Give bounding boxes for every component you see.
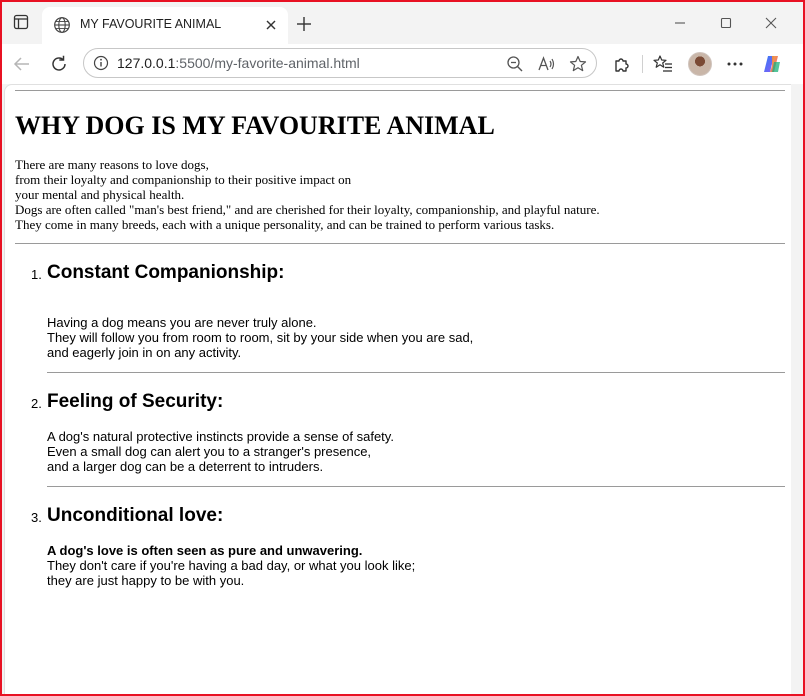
copilot-icon[interactable] <box>761 53 783 75</box>
active-tab[interactable]: MY FAVOURITE ANIMAL <box>42 7 288 44</box>
close-tab-icon[interactable] <box>264 18 278 32</box>
section-bold-line: A dog's love is often seen as pure and u… <box>47 543 363 558</box>
back-arrow-icon[interactable] <box>11 53 33 75</box>
toolbar-divider <box>642 55 643 73</box>
page-title: WHY DOG IS MY FAVOURITE ANIMAL <box>15 111 495 140</box>
intro-line: from their loyalty and companionship to … <box>15 172 352 187</box>
zoom-out-icon[interactable] <box>505 54 525 74</box>
read-aloud-icon[interactable] <box>536 54 556 74</box>
section-body: A dog's love is often seen as pure and u… <box>47 543 415 588</box>
close-window-icon[interactable] <box>761 13 781 33</box>
tab-title: MY FAVOURITE ANIMAL <box>80 17 222 31</box>
browser-window: MY FAVOURITE ANIMAL 127.0.0.1:5500/my-fa… <box>0 0 805 696</box>
section-body: Having a dog means you are never truly a… <box>47 315 473 360</box>
new-tab-icon[interactable] <box>295 15 313 33</box>
url-path: :5500/my-favorite-animal.html <box>175 55 360 71</box>
url-text[interactable]: 127.0.0.1:5500/my-favorite-animal.html <box>117 55 360 71</box>
list-number: 1. <box>31 267 42 282</box>
intro-line: Dogs are often called "man's best friend… <box>15 202 600 217</box>
section-divider <box>47 372 785 373</box>
maximize-icon[interactable] <box>716 13 736 33</box>
intro-divider <box>15 243 785 244</box>
navigation-toolbar: 127.0.0.1:5500/my-favorite-animal.html <box>2 44 803 84</box>
site-info-icon[interactable] <box>93 55 109 71</box>
top-divider <box>15 90 785 91</box>
section-line: A dog's natural protective instincts pro… <box>47 429 394 444</box>
section-line: Having a dog means you are never truly a… <box>47 315 317 330</box>
profile-avatar[interactable] <box>688 52 712 76</box>
section-line: They don't care if you're having a bad d… <box>47 558 416 573</box>
globe-icon <box>54 17 70 33</box>
intro-line: your mental and physical health. <box>15 187 185 202</box>
intro-line: They come in many breeds, each with a un… <box>15 217 555 232</box>
section-line: and eagerly join in on any activity. <box>47 345 242 360</box>
tab-actions-icon[interactable] <box>13 14 29 30</box>
section-divider <box>47 486 785 487</box>
section-heading: Feeling of Security: <box>47 391 224 412</box>
section-line: and a larger dog can be a deterrent to i… <box>47 459 324 474</box>
minimize-icon[interactable] <box>670 13 690 33</box>
scrollbar[interactable] <box>792 84 802 694</box>
more-options-icon[interactable] <box>724 53 746 75</box>
section-line: They will follow you from room to room, … <box>47 330 474 345</box>
extensions-icon[interactable] <box>611 53 633 75</box>
section-line: they are just happy to be with you. <box>47 573 245 588</box>
intro-paragraph: There are many reasons to love dogs, fro… <box>15 157 600 232</box>
section-body: A dog's natural protective instincts pro… <box>47 429 394 474</box>
address-bar[interactable]: 127.0.0.1:5500/my-favorite-animal.html <box>83 48 597 78</box>
list-number: 2. <box>31 396 42 411</box>
url-host: 127.0.0.1 <box>117 55 176 71</box>
page-viewport: WHY DOG IS MY FAVOURITE ANIMAL There are… <box>4 84 791 694</box>
intro-line: There are many reasons to love dogs, <box>15 157 209 172</box>
list-number: 3. <box>31 510 42 525</box>
refresh-icon[interactable] <box>48 53 70 75</box>
section-heading: Constant Companionship: <box>47 262 285 283</box>
section-heading: Unconditional love: <box>47 505 224 526</box>
title-bar: MY FAVOURITE ANIMAL <box>2 2 803 44</box>
favorite-star-icon[interactable] <box>568 54 588 74</box>
section-line: Even a small dog can alert you to a stra… <box>47 444 372 459</box>
favorites-icon[interactable] <box>652 53 674 75</box>
